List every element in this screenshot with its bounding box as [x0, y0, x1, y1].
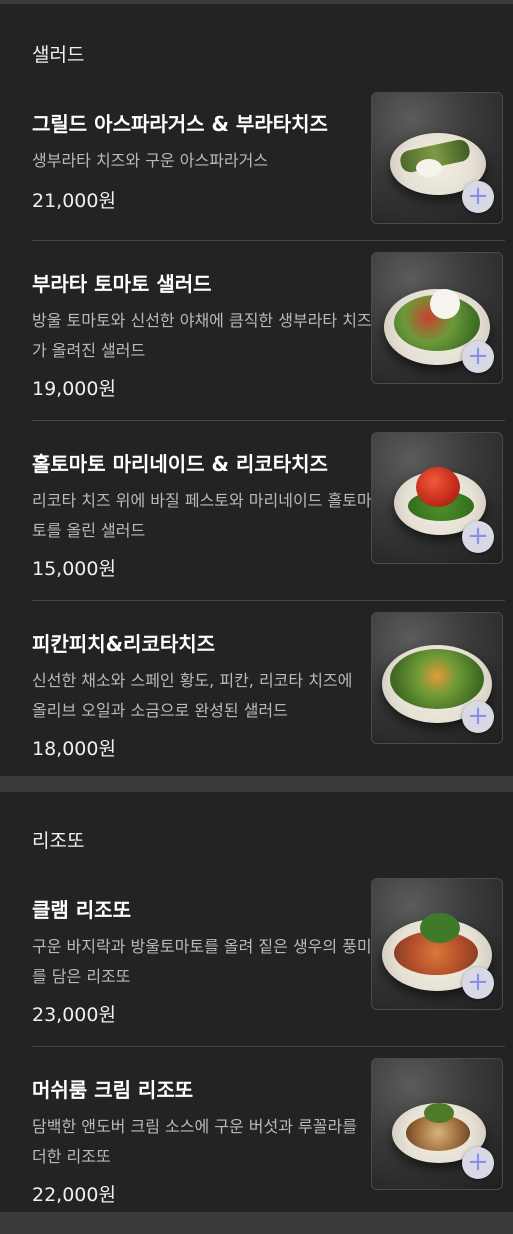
menu-item-price: 18,000원: [32, 738, 116, 760]
add-to-cart-button[interactable]: +: [462, 341, 494, 373]
menu-item-price: 21,000원: [32, 190, 116, 212]
menu-section-salad: 샐러드 그릴드 아스파라거스 & 부라타치즈 생부라타 치즈와 구운 아스파라거…: [0, 4, 513, 776]
add-to-cart-button[interactable]: +: [462, 1147, 494, 1179]
add-to-cart-button[interactable]: +: [462, 701, 494, 733]
menu-item-description: 담백한 앤도버 크림 소스에 구운 버섯과 루꼴라를 더한 리조또: [32, 1117, 357, 1166]
menu-item-description: 방울 토마토와 신선한 야채에 큼직한 생부라타 치즈가 올려진 샐러드: [32, 311, 372, 360]
add-to-cart-button[interactable]: +: [462, 521, 494, 553]
menu-item-name: 머쉬룸 크림 리조또: [32, 1078, 194, 1102]
menu-item-price: 22,000원: [32, 1184, 116, 1206]
divider: [32, 1046, 505, 1047]
menu-item-image[interactable]: +: [371, 432, 503, 564]
divider: [32, 600, 505, 601]
menu-item-image[interactable]: +: [371, 612, 503, 744]
divider: [32, 420, 505, 421]
add-to-cart-button[interactable]: +: [462, 181, 494, 213]
menu-item-price: 15,000원: [32, 558, 116, 580]
menu-item-name: 홀토마토 마리네이드 & 리코타치즈: [32, 452, 328, 476]
menu-item-price: 23,000원: [32, 1004, 116, 1026]
menu-item-image[interactable]: +: [371, 1058, 503, 1190]
menu-item-description: 리코타 치즈 위에 바질 페스토와 마리네이드 홀토마토를 올린 샐러드: [32, 491, 372, 540]
menu-item-description: 구운 바지락과 방울토마토를 올려 짙은 생우의 풍미를 담은 리조또: [32, 937, 372, 986]
section-title: 리조또: [32, 830, 85, 852]
menu-item-description: 신선한 채소와 스페인 황도, 피칸, 리코타 치즈에 올리브 오일과 소금으로…: [32, 671, 353, 720]
menu-item-name: 피칸피치&리코타치즈: [32, 632, 216, 656]
menu-item-price: 19,000원: [32, 378, 116, 400]
menu-item-image[interactable]: +: [371, 92, 503, 224]
menu-item-name: 부라타 토마토 샐러드: [32, 272, 212, 296]
divider: [32, 240, 505, 241]
menu-item-name: 그릴드 아스파라거스 & 부라타치즈: [32, 112, 328, 136]
menu-item-description: 생부라타 치즈와 구운 아스파라거스: [32, 151, 269, 170]
menu-section-risotto: 리조또 클램 리조또 구운 바지락과 방울토마토를 올려 짙은 생우의 풍미를 …: [0, 792, 513, 1212]
menu-item-image[interactable]: +: [371, 252, 503, 384]
menu-item-image[interactable]: +: [371, 878, 503, 1010]
menu-item-name: 클램 리조또: [32, 898, 131, 922]
section-title: 샐러드: [32, 44, 85, 66]
add-to-cart-button[interactable]: +: [462, 967, 494, 999]
